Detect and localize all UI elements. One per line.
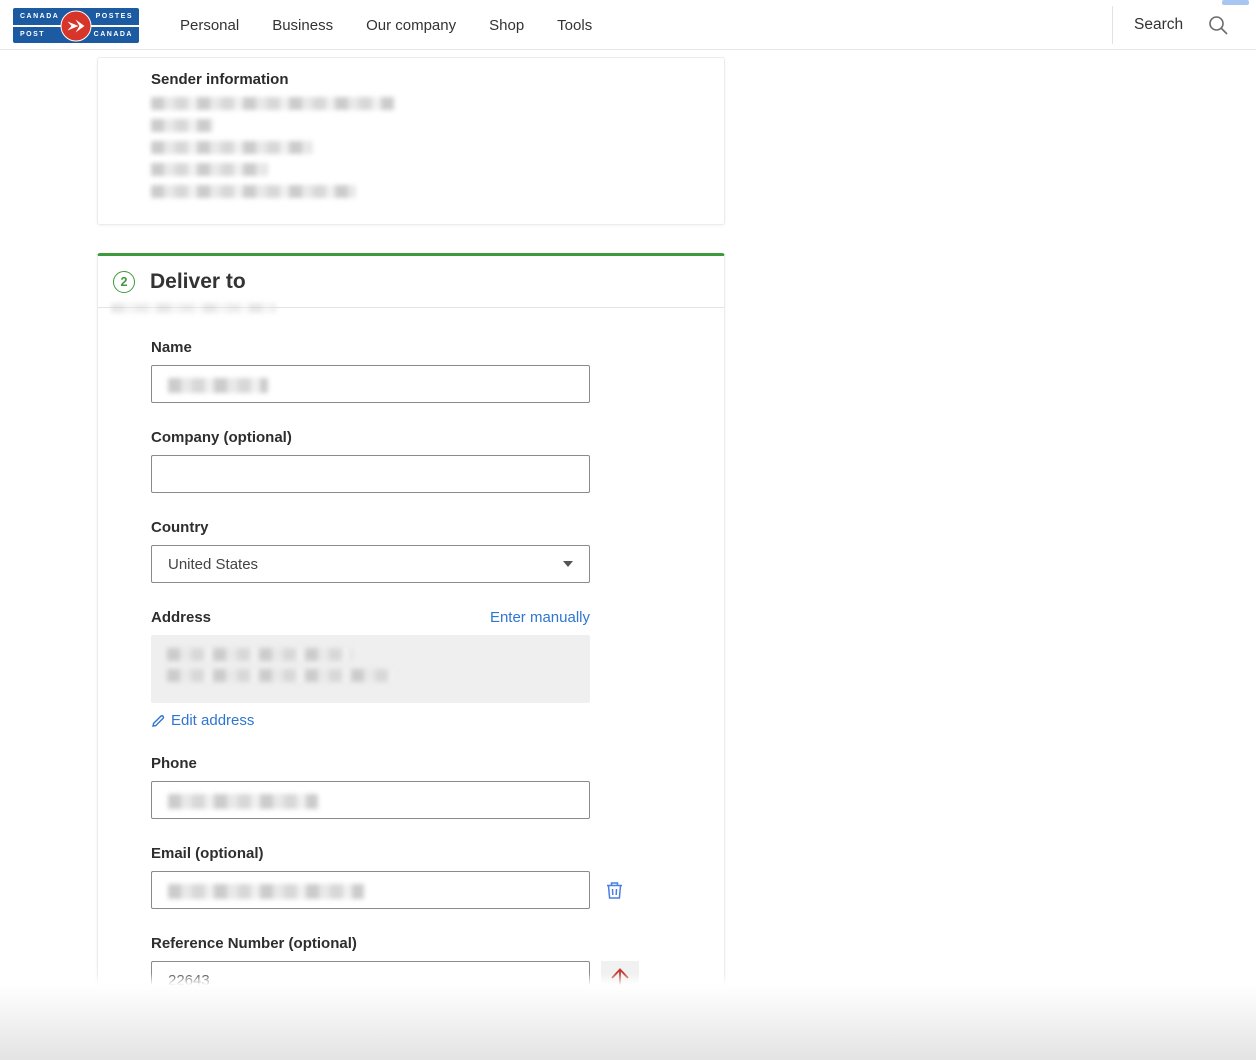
redacted-text xyxy=(151,141,313,154)
email-field-group: Email (optional) xyxy=(151,845,724,909)
email-input[interactable] xyxy=(151,871,590,909)
nav-item-business[interactable]: Business xyxy=(272,17,333,34)
sender-information-card: Sender information xyxy=(97,57,725,225)
address-label: Address xyxy=(151,609,211,626)
header-divider xyxy=(1112,6,1113,44)
site-header: CANADA POST POSTES CANADA Personal Busin… xyxy=(0,0,1256,50)
search-icon[interactable] xyxy=(1207,14,1229,41)
deliver-to-form: Name Company (optional) Country United S… xyxy=(98,308,724,999)
logo-text-canada: CANADA xyxy=(20,13,59,20)
nav-item-shop[interactable]: Shop xyxy=(489,17,524,34)
redacted-text xyxy=(111,303,276,313)
logo-text-post: POST xyxy=(20,31,45,38)
country-selected-value: United States xyxy=(168,556,258,573)
nav-item-our-company[interactable]: Our company xyxy=(366,17,456,34)
reference-number-input[interactable] xyxy=(151,961,590,999)
pencil-icon xyxy=(151,714,165,728)
logo-text-canada-fr: CANADA xyxy=(94,31,133,38)
country-field-group: Country United States xyxy=(151,519,724,583)
name-input[interactable] xyxy=(151,365,590,403)
delete-email-button[interactable] xyxy=(606,881,623,900)
address-field-group: Address Enter manually Edit address xyxy=(151,609,724,729)
edit-address-row: Edit address xyxy=(151,712,724,729)
email-label: Email (optional) xyxy=(151,845,724,862)
company-input[interactable] xyxy=(151,455,590,493)
scroll-to-top-button[interactable] xyxy=(601,961,639,999)
redacted-text xyxy=(151,185,356,198)
company-field-group: Company (optional) xyxy=(151,429,724,493)
phone-input[interactable] xyxy=(151,781,590,819)
sender-redacted-details xyxy=(151,97,724,198)
country-select[interactable]: United States xyxy=(151,545,590,583)
redacted-text xyxy=(167,669,395,682)
search-label[interactable]: Search xyxy=(1134,16,1183,34)
phone-field-group: Phone xyxy=(151,755,724,819)
scrollbar-fragment xyxy=(1222,0,1249,5)
redacted-text xyxy=(151,119,213,132)
canada-post-logo[interactable]: CANADA POST POSTES CANADA xyxy=(13,8,139,43)
deliver-to-card: 2 Deliver to Name Company (optional) Cou… xyxy=(97,253,725,985)
reference-field-group: Reference Number (optional) xyxy=(151,935,724,999)
company-label: Company (optional) xyxy=(151,429,724,446)
deliver-to-title: Deliver to xyxy=(150,270,246,294)
reference-number-label: Reference Number (optional) xyxy=(151,935,724,952)
redacted-text xyxy=(167,648,352,661)
name-label: Name xyxy=(151,339,724,356)
country-label: Country xyxy=(151,519,724,536)
name-field-group: Name xyxy=(151,339,724,403)
redacted-text xyxy=(151,97,394,110)
redacted-text xyxy=(168,794,318,809)
enter-manually-link[interactable]: Enter manually xyxy=(490,609,590,626)
redacted-text xyxy=(168,378,268,393)
step-number-badge: 2 xyxy=(113,271,135,293)
main-nav: Personal Business Our company Shop Tools xyxy=(180,0,592,50)
deliver-to-header: 2 Deliver to xyxy=(98,256,724,308)
edit-address-link[interactable]: Edit address xyxy=(171,712,254,729)
nav-item-tools[interactable]: Tools xyxy=(557,17,592,34)
phone-label: Phone xyxy=(151,755,724,772)
redacted-text xyxy=(168,884,364,899)
wing-emblem-icon xyxy=(61,10,92,41)
redacted-text xyxy=(151,163,268,176)
address-display-box xyxy=(151,635,590,703)
chevron-down-icon xyxy=(563,561,573,567)
nav-item-personal[interactable]: Personal xyxy=(180,17,239,34)
logo-text-postes: POSTES xyxy=(96,13,133,20)
sender-information-title: Sender information xyxy=(151,71,724,88)
